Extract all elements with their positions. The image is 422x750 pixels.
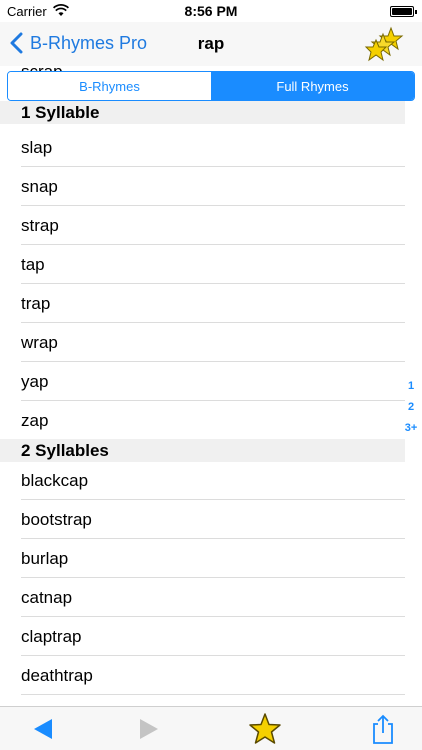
page-title: rap bbox=[197, 34, 225, 53]
back-arrow-icon[interactable] bbox=[28, 713, 60, 745]
rhyme-word: zap bbox=[21, 411, 49, 430]
bottom-toolbar bbox=[0, 706, 422, 750]
index-item-1[interactable]: 1 bbox=[408, 376, 414, 397]
rhyme-word: tap bbox=[21, 255, 45, 274]
rhyme-word: slap bbox=[21, 138, 53, 157]
list-item[interactable]: burlap bbox=[0, 539, 405, 578]
rhyme-word: catnap bbox=[21, 588, 73, 607]
index-item-2[interactable]: 2 bbox=[408, 397, 414, 418]
list-item[interactable]: strap bbox=[0, 206, 405, 245]
list-item[interactable]: trap bbox=[0, 284, 405, 323]
section-header-1-syllable: 1 Syllable bbox=[0, 101, 405, 124]
rhyme-word: trap bbox=[21, 294, 51, 313]
list-item[interactable]: claptrap bbox=[0, 617, 405, 656]
list-item[interactable]: wrap bbox=[0, 323, 405, 362]
list-item[interactable]: zap bbox=[0, 401, 405, 440]
share-icon[interactable] bbox=[367, 713, 399, 745]
list-item[interactable]: yap bbox=[0, 362, 405, 401]
rhyme-word: yap bbox=[21, 372, 49, 391]
status-bar: Carrier 8:56 PM bbox=[0, 0, 422, 22]
rhyme-word: strap bbox=[21, 216, 59, 235]
list-item[interactable]: tap bbox=[0, 245, 405, 284]
rhyme-word: bootstrap bbox=[21, 510, 92, 529]
rhyme-word: claptrap bbox=[21, 627, 82, 646]
list-item[interactable]: catnap bbox=[0, 578, 405, 617]
rhyme-word: blackcap bbox=[21, 471, 89, 490]
list-item[interactable]: blackcap bbox=[0, 461, 405, 500]
battery-icon bbox=[390, 6, 417, 17]
list-item[interactable]: snap bbox=[0, 167, 405, 206]
navigation-bar: B-Rhymes Pro rap bbox=[0, 22, 422, 66]
rhymes-list[interactable]: scrap 1 Syllable slap snap strap tap tra… bbox=[0, 62, 422, 706]
rhyme-word: burlap bbox=[21, 549, 69, 568]
list-item[interactable]: slap bbox=[0, 128, 405, 167]
list-item[interactable]: deathtrap bbox=[0, 656, 405, 695]
index-item-3plus[interactable]: 3+ bbox=[405, 418, 418, 439]
status-time: 8:56 PM bbox=[184, 3, 238, 19]
rhyme-word: wrap bbox=[21, 333, 58, 352]
segment-b-rhymes[interactable]: B-Rhymes bbox=[8, 72, 211, 100]
row-divider bbox=[21, 694, 405, 695]
star-icon[interactable] bbox=[248, 712, 282, 746]
rhyme-word: snap bbox=[21, 177, 58, 196]
stars-icon[interactable] bbox=[364, 26, 404, 62]
section-index[interactable]: 1 2 3+ bbox=[402, 376, 420, 439]
section-header-2-syllables: 2 Syllables bbox=[0, 439, 405, 462]
rhyme-word: deathtrap bbox=[21, 666, 93, 685]
forward-arrow-icon[interactable] bbox=[132, 713, 164, 745]
rhyme-type-segmented-control[interactable]: B-Rhymes Full Rhymes bbox=[7, 71, 415, 101]
segment-full-rhymes[interactable]: Full Rhymes bbox=[211, 72, 414, 100]
list-item[interactable]: bootstrap bbox=[0, 500, 405, 539]
